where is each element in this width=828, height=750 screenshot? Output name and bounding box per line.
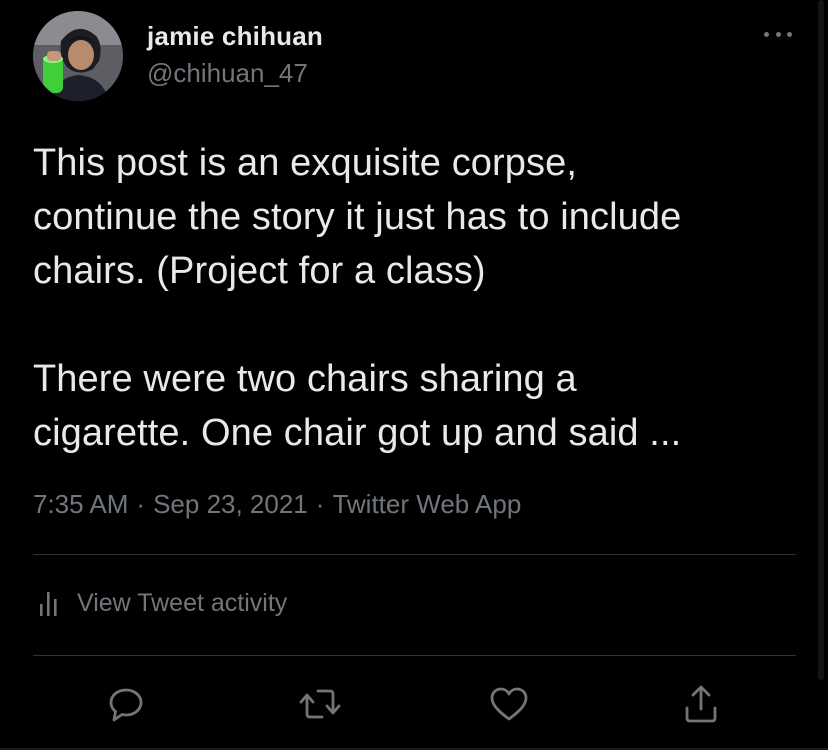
heart-icon — [490, 687, 528, 721]
bar-chart-icon — [40, 592, 57, 616]
retweet-icon — [299, 689, 341, 719]
share-icon — [685, 685, 717, 723]
divider — [33, 554, 796, 555]
dot — [775, 31, 781, 37]
view-activity-link[interactable]: View Tweet activity — [37, 588, 287, 618]
author-info: jamie chihuan @chihuan_47 — [147, 21, 323, 88]
separator: · — [136, 489, 146, 519]
dot — [764, 31, 769, 37]
text-line: cigarette. One chair got up and said ... — [33, 412, 682, 454]
more-icon[interactable] — [764, 24, 792, 44]
retweet-button[interactable] — [296, 680, 344, 728]
display-name[interactable]: jamie chihuan — [147, 21, 323, 51]
reply-icon — [109, 688, 143, 722]
handle[interactable]: @chihuan_47 — [147, 58, 323, 88]
text-line: continue the story it just has to includ… — [33, 196, 682, 238]
separator: · — [315, 489, 325, 519]
tweet-source[interactable]: Twitter Web App — [332, 489, 521, 519]
tweet-date[interactable]: Sep 23, 2021 — [153, 489, 308, 519]
view-activity-label: View Tweet activity — [77, 588, 288, 617]
tweet-meta: 7:35 AM · Sep 23, 2021 · Twitter Web App — [33, 488, 521, 520]
avatar[interactable] — [33, 11, 123, 101]
tweet-time[interactable]: 7:35 AM — [33, 489, 128, 519]
divider — [33, 655, 796, 656]
text-line: There were two chairs sharing a — [33, 358, 577, 400]
dot — [787, 31, 792, 37]
profile-photo — [33, 11, 123, 101]
text-line: chairs. (Project for a class) — [33, 250, 486, 292]
reply-button[interactable] — [102, 680, 150, 728]
tweet-detail: jamie chihuan @chihuan_47 This post is a… — [0, 0, 828, 750]
action-bar — [100, 680, 740, 730]
scrollbar[interactable] — [818, 0, 824, 680]
tweet-text: This post is an exquisite corpse, contin… — [33, 136, 803, 460]
text-line: This post is an exquisite corpse, — [33, 142, 578, 184]
share-button[interactable] — [677, 680, 725, 728]
like-button[interactable] — [485, 680, 533, 728]
